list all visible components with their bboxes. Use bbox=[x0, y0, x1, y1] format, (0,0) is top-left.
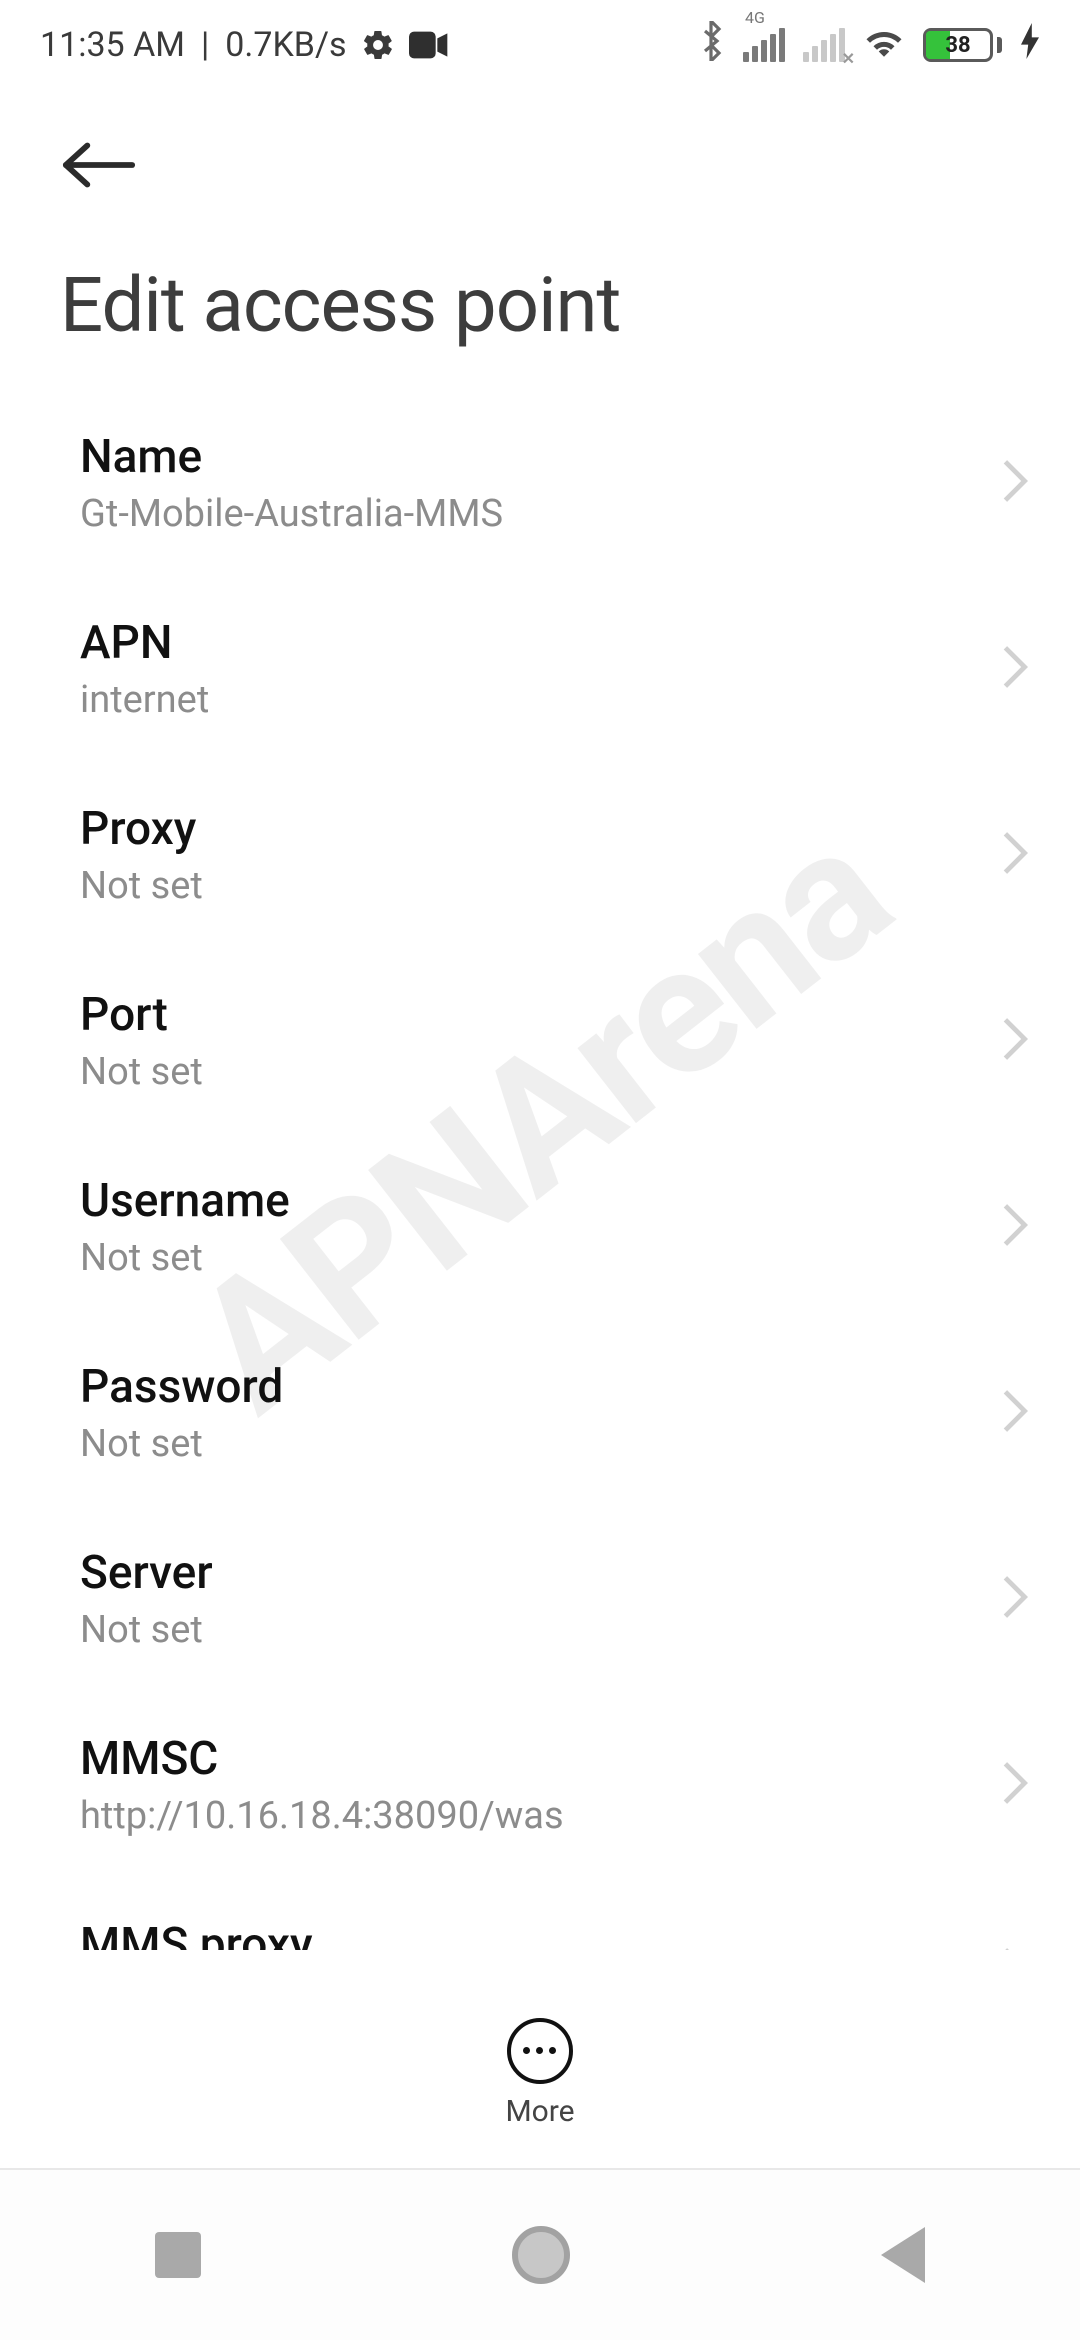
chevron-right-icon bbox=[1000, 1759, 1030, 1811]
camera-icon bbox=[409, 30, 449, 60]
more-icon bbox=[507, 2018, 573, 2084]
battery-icon: 38 bbox=[923, 28, 1002, 62]
row-server-value: Not set bbox=[80, 1608, 980, 1652]
row-proxy[interactable]: Proxy Not set bbox=[0, 762, 1080, 948]
status-bar: 11:35 AM | 0.7KB/s 4G ✕ 38 bbox=[0, 0, 1080, 90]
row-mms-proxy-label: MMS proxy bbox=[80, 1918, 980, 1950]
row-username[interactable]: Username Not set bbox=[0, 1134, 1080, 1320]
row-proxy-value: Not set bbox=[80, 864, 980, 908]
chevron-right-icon bbox=[1000, 457, 1030, 509]
gear-icon bbox=[361, 28, 395, 62]
bottom-action-bar: More bbox=[0, 1978, 1080, 2170]
row-password-label: Password bbox=[80, 1360, 980, 1414]
chevron-right-icon bbox=[1000, 1945, 1030, 1950]
wifi-icon bbox=[863, 24, 905, 67]
page-title: Edit access point bbox=[60, 260, 1040, 350]
chevron-right-icon bbox=[1000, 1573, 1030, 1625]
row-mmsc-value: http://10.16.18.4:38090/was bbox=[80, 1794, 980, 1838]
chevron-right-icon bbox=[1000, 1015, 1030, 1067]
row-apn-label: APN bbox=[80, 616, 980, 670]
chevron-right-icon bbox=[1000, 1387, 1030, 1439]
cellular-signal-nosim-icon: ✕ bbox=[803, 28, 845, 62]
row-port[interactable]: Port Not set bbox=[0, 948, 1080, 1134]
arrow-left-icon bbox=[60, 139, 138, 191]
status-separator: | bbox=[201, 25, 209, 65]
signal-4g-label: 4G bbox=[745, 10, 765, 26]
row-port-label: Port bbox=[80, 988, 980, 1042]
chevron-right-icon bbox=[1000, 643, 1030, 695]
nav-recent-button[interactable] bbox=[155, 2232, 201, 2278]
row-apn-value: internet bbox=[80, 678, 980, 722]
row-port-value: Not set bbox=[80, 1050, 980, 1094]
row-server[interactable]: Server Not set bbox=[0, 1506, 1080, 1692]
charging-icon bbox=[1020, 23, 1040, 67]
apn-settings-list: Name Gt-Mobile-Australia-MMS APN interne… bbox=[0, 390, 1080, 1950]
status-time: 11:35 AM bbox=[40, 25, 185, 65]
row-name-value: Gt-Mobile-Australia-MMS bbox=[80, 492, 980, 536]
row-mmsc[interactable]: MMSC http://10.16.18.4:38090/was bbox=[0, 1692, 1080, 1878]
back-button[interactable] bbox=[60, 120, 150, 210]
status-net-speed: 0.7KB/s bbox=[225, 25, 346, 65]
row-apn[interactable]: APN internet bbox=[0, 576, 1080, 762]
chevron-right-icon bbox=[1000, 829, 1030, 881]
more-label: More bbox=[505, 2094, 574, 2129]
row-password[interactable]: Password Not set bbox=[0, 1320, 1080, 1506]
nav-back-button[interactable] bbox=[881, 2227, 925, 2283]
bluetooth-icon bbox=[697, 21, 725, 70]
more-button[interactable]: More bbox=[505, 2018, 574, 2129]
row-username-value: Not set bbox=[80, 1236, 980, 1280]
row-server-label: Server bbox=[80, 1546, 980, 1600]
row-name-label: Name bbox=[80, 430, 980, 484]
battery-percent: 38 bbox=[926, 33, 990, 58]
cellular-signal-4g-icon: 4G bbox=[743, 28, 785, 62]
row-name[interactable]: Name Gt-Mobile-Australia-MMS bbox=[0, 390, 1080, 576]
nav-home-button[interactable] bbox=[512, 2226, 570, 2284]
row-mmsc-label: MMSC bbox=[80, 1732, 980, 1786]
chevron-right-icon bbox=[1000, 1201, 1030, 1253]
row-username-label: Username bbox=[80, 1174, 980, 1228]
system-nav-bar bbox=[0, 2170, 1080, 2340]
row-mms-proxy[interactable]: MMS proxy 10.16.18.77 bbox=[0, 1878, 1080, 1950]
row-password-value: Not set bbox=[80, 1422, 980, 1466]
row-proxy-label: Proxy bbox=[80, 802, 980, 856]
